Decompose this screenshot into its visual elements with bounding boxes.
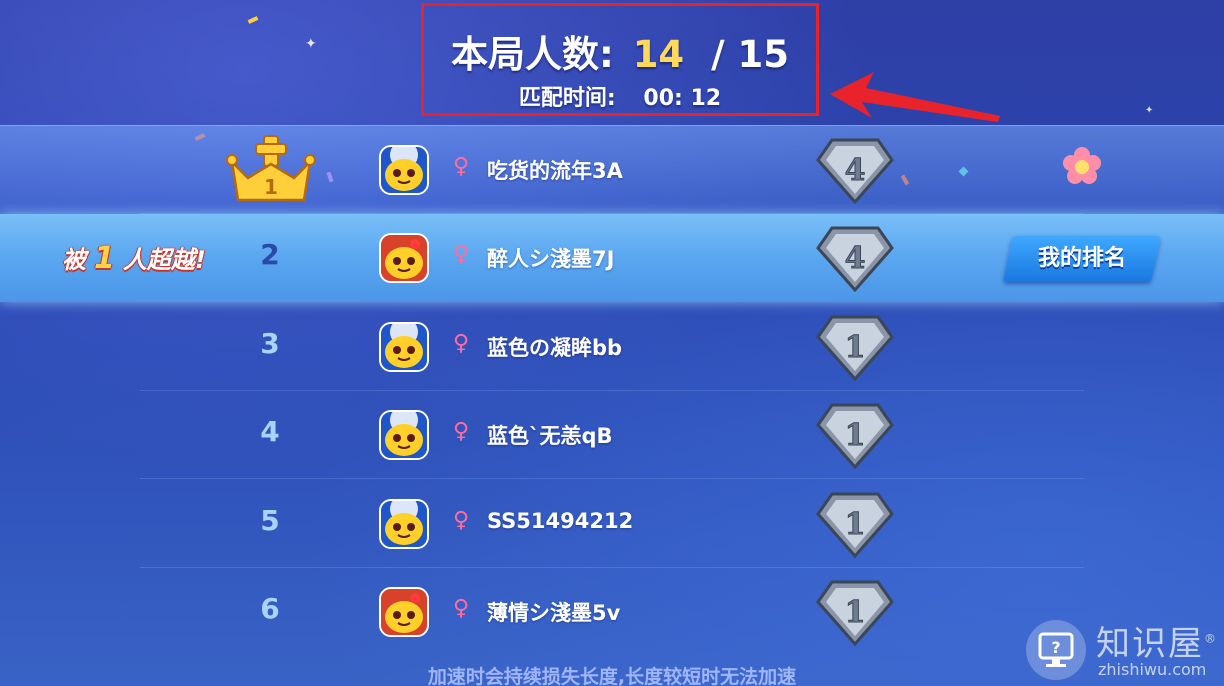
player-count: 本局人数: 14 / 15 <box>424 24 816 78</box>
player-name: 薄情シ淺墨5v <box>487 601 621 625</box>
overtaken-suffix: 人超越! <box>122 246 206 274</box>
avatar <box>379 233 429 283</box>
rank-row-1: 1 ♀ 吃货的流年3A 4 <box>0 125 1224 214</box>
rank-row-3: 3 ♀ 蓝色の凝眸bb 1 <box>0 303 1224 391</box>
watermark-title: 知识屋® <box>1096 616 1218 665</box>
avatar <box>379 410 429 460</box>
rank-number: 5 <box>260 504 280 537</box>
game-screen: ✦ ✦ ✦ 本局人数: 14 / 15 匹配时间: 00: 12 1 <box>0 0 1224 686</box>
badge-level: 1 <box>845 418 866 453</box>
my-rank-button-label: 我的排名 <box>1037 246 1126 271</box>
avatar <box>379 145 429 195</box>
yellow-creature-avatar-icon <box>381 147 427 193</box>
yellow-creature-avatar-icon <box>381 324 427 370</box>
diamond-level-badge-icon: 1 <box>816 492 894 558</box>
player-name: 吃货的流年3A <box>487 159 623 183</box>
monitor-help-icon: ? <box>1026 620 1086 680</box>
match-time-label: 匹配时间: <box>518 86 616 111</box>
red-creature-avatar-icon <box>381 235 427 281</box>
badge-level: 1 <box>845 330 866 365</box>
rank-number: 3 <box>260 327 280 360</box>
player-count-label: 本局人数: <box>451 33 614 76</box>
avatar <box>379 587 429 637</box>
female-gender-icon: ♀ <box>453 419 470 444</box>
female-gender-icon: ♀ <box>453 154 470 179</box>
match-time-value: 00: 12 <box>643 86 722 111</box>
crown-rank-number: 1 <box>264 175 278 199</box>
crown-icon: 1 <box>226 135 316 202</box>
player-name: SS51494212 <box>487 509 634 533</box>
female-gender-icon: ♀ <box>453 508 470 533</box>
avatar <box>379 499 429 549</box>
flower-icon <box>1063 147 1101 184</box>
sparkle-icon: ✦ <box>1145 105 1154 116</box>
watermark-url: zhishiwu.com <box>1098 660 1207 679</box>
female-gender-icon: ♀ <box>453 596 470 621</box>
rank-row-5: 5 ♀ SS51494212 1 <box>0 480 1224 568</box>
player-count-current: 14 <box>632 33 685 76</box>
player-name: 蓝色の凝眸bb <box>487 336 623 360</box>
diamond-level-badge-icon: 1 <box>816 403 894 469</box>
overtaken-prefix: 被 <box>62 246 86 274</box>
player-count-separator: / <box>711 33 725 76</box>
player-name: 蓝色`无恙qB <box>487 424 613 448</box>
badge-level: 1 <box>845 507 866 542</box>
my-rank-button[interactable]: 我的排名 <box>1003 236 1161 282</box>
avatar <box>379 322 429 372</box>
rank-number: 6 <box>260 592 280 625</box>
badge-level: 4 <box>845 241 866 276</box>
rank-row-2-mine: 被 1 人超越! 2 ♀ 醉人シ淺墨7J 4 我的排名 <box>0 214 1224 302</box>
watermark-title-text: 知识屋 <box>1096 624 1204 664</box>
player-count-total: 15 <box>737 33 789 76</box>
svg-text:?: ? <box>1051 638 1060 657</box>
red-creature-avatar-icon <box>381 589 427 635</box>
yellow-creature-avatar-icon <box>381 501 427 547</box>
rank-number: 4 <box>260 415 280 448</box>
badge-level: 1 <box>845 595 866 630</box>
match-time: 匹配时间: 00: 12 <box>424 80 816 112</box>
rank-row-4: 4 ♀ 蓝色`无恙qB 1 <box>0 391 1224 479</box>
badge-level: 4 <box>845 153 866 188</box>
row-divider <box>140 478 1084 479</box>
annotation-arrow-icon <box>830 72 1000 122</box>
watermark: ? 知识屋® zhishiwu.com <box>1026 612 1224 686</box>
female-gender-icon: ♀ <box>453 242 470 267</box>
diamond-level-badge-icon: 1 <box>816 580 894 646</box>
sparkle-icon: ✦ <box>305 36 317 52</box>
diamond-level-badge-icon: 4 <box>816 226 894 292</box>
confetti-decoration <box>247 16 259 24</box>
female-gender-icon: ♀ <box>453 331 470 356</box>
overtaken-count: 1 <box>94 241 115 276</box>
diamond-level-badge-icon: 1 <box>816 315 894 381</box>
rank-number: 2 <box>260 238 280 271</box>
match-info-panel: 本局人数: 14 / 15 匹配时间: 00: 12 <box>421 3 819 116</box>
yellow-creature-avatar-icon <box>381 412 427 458</box>
player-name: 醉人シ淺墨7J <box>487 247 615 271</box>
registered-mark: ® <box>1204 631 1218 646</box>
diamond-level-badge-icon: 4 <box>816 138 894 204</box>
overtaken-notice: 被 1 人超越! <box>62 240 206 276</box>
